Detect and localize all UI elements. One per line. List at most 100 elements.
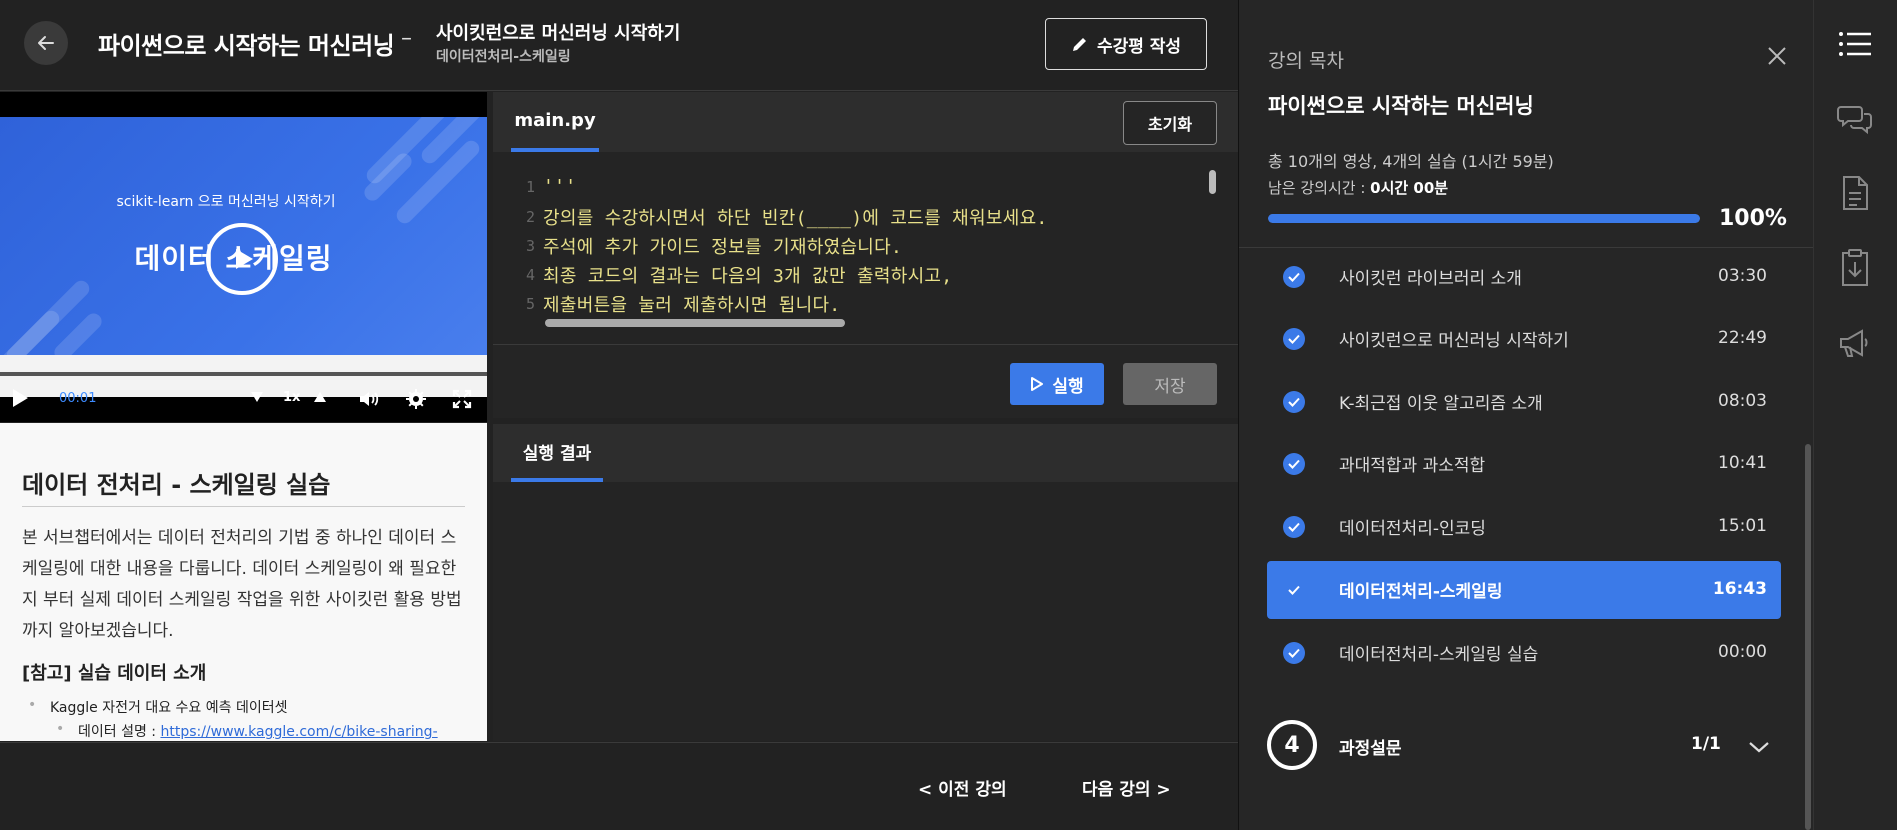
editor-tab-bar: main.py 초기화	[493, 92, 1238, 152]
line-number: 4	[525, 265, 535, 284]
curriculum-label: 강의 목차	[1268, 50, 1344, 72]
lecture-title: K-최근접 이웃 알고리즘 소개	[1339, 394, 1543, 414]
video-progress-bar[interactable]	[0, 372, 487, 376]
list-icon	[1839, 32, 1871, 56]
line-number: 1	[525, 177, 535, 196]
notes-sub-list-item: 데이터 설명 : https://www.kaggle.com/c/bike-s…	[22, 721, 465, 741]
code-text: 강의를 수강하시면서 하단 빈칸(____)에 코드를 채워보세요.	[543, 207, 1048, 229]
app-root: 파이썬으로 시작하는 머신러닝 – 사이킷런으로 머신러닝 시작하기 데이터전처…	[0, 0, 1897, 830]
remaining-time-value: 0시간 00분	[1370, 179, 1449, 197]
top-header: 파이썬으로 시작하는 머신러닝 – 사이킷런으로 머신러닝 시작하기 데이터전처…	[0, 0, 1238, 91]
lecture-duration: 00:00	[1718, 642, 1767, 662]
write-review-button[interactable]: 수강평 작성	[1045, 18, 1207, 70]
lecture-duration: 22:49	[1718, 328, 1767, 348]
lecture-duration: 08:03	[1718, 391, 1767, 411]
lecture-title: 데이터전처리-스케일링 실습	[1339, 645, 1539, 665]
video-player[interactable]: scikit-learn 으로 머신러닝 시작하기 데이터 스케일링 00:01…	[0, 92, 487, 422]
notes-tab-button[interactable]	[1835, 173, 1875, 213]
code-line: 4 최종 코드의 결과는 다음의 3개 값만 출력하시고,	[493, 260, 952, 289]
code-text: '''	[543, 176, 577, 197]
dataset-link[interactable]: https://www.kaggle.com/c/bike-sharing-	[160, 724, 437, 740]
play-outline-icon	[1031, 377, 1044, 391]
code-text: 최종 코드의 결과는 다음의 3개 값만 출력하시고,	[543, 265, 953, 287]
editor-action-bar: 실행 저장	[493, 344, 1238, 418]
code-line: 5 제출버튼을 눌러 제출하시면 됩니다.	[493, 289, 840, 318]
run-label: 실행	[1052, 376, 1084, 397]
tab-run-result[interactable]: 실행 결과	[511, 424, 603, 482]
notes-list-item: Kaggle 자전거 대요 수요 예측 데이터셋	[22, 697, 465, 717]
run-button[interactable]: 실행	[1010, 363, 1104, 405]
line-number: 5	[525, 294, 535, 313]
curriculum-scrollbar[interactable]	[1805, 444, 1811, 830]
lecture-duration: 15:01	[1718, 516, 1767, 536]
lecture-item[interactable]: K-최근접 이웃 알고리즘 소개 08:03	[1267, 373, 1781, 431]
slide-subtitle: scikit-learn 으로 머신러닝 시작하기	[116, 194, 336, 210]
next-lecture-button[interactable]: 다음 강의 >	[1082, 775, 1171, 800]
reset-button[interactable]: 초기화	[1123, 101, 1217, 145]
lecture-title: 데이터전처리-스케일링	[1339, 582, 1503, 602]
speed-down-button[interactable]	[250, 391, 264, 403]
course-title: 파이썬으로 시작하는 머신러닝	[98, 32, 395, 60]
announcement-tab-button[interactable]	[1835, 323, 1875, 363]
right-icon-rail	[1813, 0, 1897, 830]
curriculum-course-title: 파이썬으로 시작하는 머신러닝	[1268, 94, 1534, 118]
lesson-notes: 데이터 전처리 - 스케일링 실습 본 서브챕터에서는 데이터 전처리의 기법 …	[0, 423, 487, 741]
check-icon	[1283, 328, 1305, 350]
play-overlay-button[interactable]	[206, 223, 278, 295]
tab-main-py[interactable]: main.py	[511, 92, 599, 152]
lecture-duration: 16:43	[1712, 579, 1767, 599]
section-title[interactable]: 과정설문	[1339, 734, 1402, 759]
code-line: 2 강의를 수강하시면서 하단 빈칸(____)에 코드를 채워보세요.	[493, 202, 1048, 231]
course-progress-bar	[1268, 214, 1700, 223]
video-slide: scikit-learn 으로 머신러닝 시작하기 데이터 스케일링	[0, 117, 487, 397]
arrow-left-icon	[38, 36, 54, 50]
pencil-icon	[1072, 38, 1086, 51]
back-button[interactable]	[24, 21, 68, 65]
play-button[interactable]	[10, 387, 30, 409]
curriculum-panel: 강의 목차 파이썬으로 시작하는 머신러닝 총 10개의 영상, 4개의 실습 …	[1238, 0, 1814, 830]
lecture-item[interactable]: 데이터전처리-스케일링 실습 00:00	[1267, 624, 1781, 682]
code-text: 주석에 추가 가이드 정보를 기재하였습니다.	[543, 236, 903, 258]
lecture-title: 데이터전처리-인코딩	[1339, 519, 1486, 539]
line-number: 2	[525, 207, 535, 226]
lecture-subtitle: 데이터전처리-스케일링	[436, 49, 571, 65]
course-progress-fill	[1268, 214, 1700, 223]
play-icon	[236, 249, 253, 269]
volume-icon	[360, 392, 379, 406]
lecture-duration: 10:41	[1718, 453, 1767, 473]
code-vertical-scrollbar[interactable]	[1209, 170, 1216, 194]
code-line: 3 주석에 추가 가이드 정보를 기재하였습니다.	[493, 231, 902, 260]
section-expand-button[interactable]	[1747, 738, 1771, 756]
curriculum-tab-button[interactable]	[1835, 24, 1875, 64]
lecture-item[interactable]: 사이킷런 라이브러리 소개 03:30	[1267, 248, 1781, 306]
code-horizontal-scrollbar[interactable]	[545, 319, 845, 327]
lecture-title: 사이킷런으로 머신러닝 시작하기	[1339, 331, 1569, 351]
notes-heading: 데이터 전처리 - 스케일링 실습	[22, 465, 465, 507]
run-result-pane: 실행 결과	[493, 424, 1238, 741]
check-icon	[1283, 453, 1305, 475]
close-button[interactable]	[1765, 44, 1789, 68]
lecture-item-active[interactable]: 데이터전처리-스케일링 16:43	[1267, 561, 1781, 619]
save-button[interactable]: 저장	[1123, 363, 1217, 405]
course-progress-percent: 100%	[1719, 206, 1787, 231]
check-icon	[1283, 516, 1305, 538]
remaining-time: 남은 강의시간 : 0시간 00분	[1268, 177, 1448, 198]
lecture-item[interactable]: 과대적합과 과소적합 10:41	[1267, 435, 1781, 493]
lecture-item[interactable]: 데이터전처리-인코딩 15:01	[1267, 498, 1781, 556]
fullscreen-icon	[452, 389, 472, 409]
qna-tab-button[interactable]	[1835, 99, 1875, 139]
check-icon	[1283, 391, 1305, 413]
fullscreen-button[interactable]	[452, 389, 472, 409]
materials-tab-button[interactable]	[1835, 248, 1875, 288]
line-number: 3	[525, 236, 535, 255]
code-area[interactable]: 1 ''' 2 강의를 수강하시면서 하단 빈칸(____)에 코드를 채워보세요.…	[493, 172, 1238, 322]
previous-lecture-button[interactable]: < 이전 강의	[918, 775, 1007, 800]
volume-button[interactable]	[358, 389, 380, 409]
triangle-up-icon	[314, 392, 326, 402]
course-summary: 총 10개의 영상, 4개의 실습 (1시간 59분)	[1268, 152, 1554, 171]
speed-up-button[interactable]	[313, 391, 327, 403]
settings-button[interactable]	[405, 388, 427, 410]
lecture-item[interactable]: 사이킷런으로 머신러닝 시작하기 22:49	[1267, 310, 1781, 368]
chevron-down-icon	[1749, 742, 1769, 753]
lecture-title: 사이킷런 라이브러리 소개	[1339, 269, 1522, 289]
